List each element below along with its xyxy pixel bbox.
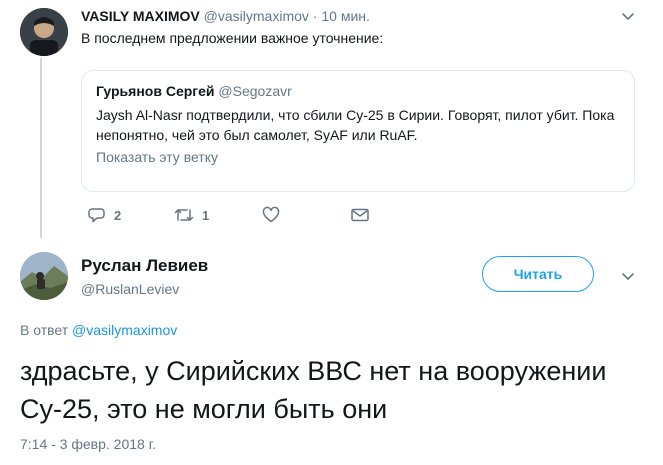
avatar[interactable] [20,252,68,300]
like-button[interactable] [262,206,280,224]
tweet-text: В последнем предложении важное уточнение… [81,30,384,46]
envelope-icon [351,208,369,222]
retweet-button[interactable]: 1 [174,206,209,224]
reply-prefix: В ответ [20,322,69,338]
separator: · [312,8,318,24]
reply-icon [88,208,105,223]
tweet-header: VASILY MAXIMOV @vasilymaximov · 10 мин. [81,8,370,24]
quoted-author-name: Гурьянов Сергей [96,83,215,99]
reply-count: 2 [114,207,122,223]
direct-message-button[interactable] [350,206,370,224]
reply-to-handle-link[interactable]: @vasilymaximov [72,322,177,338]
tweet-time[interactable]: 10 мин. [321,8,370,24]
show-thread-link[interactable]: Показать эту ветку [96,149,620,165]
reply-context: В ответ @vasilymaximov [20,322,177,338]
follow-button[interactable]: Читать [482,256,594,292]
avatar[interactable] [20,8,68,56]
reply-button[interactable]: 2 [88,206,121,224]
author-name[interactable]: VASILY MAXIMOV [81,8,200,24]
author-name[interactable]: Руслан Левиев [81,256,208,276]
tweet-text: здрасьте, у Сирийских ВВС нет на вооруже… [20,356,607,424]
retweet-count: 1 [202,207,210,223]
quoted-tweet-header: Гурьянов Сергей @Segozavr [96,83,620,99]
quoted-tweet[interactable]: Гурьянов Сергей @Segozavr Jaysh Al-Nasr … [81,70,635,192]
chevron-down-icon[interactable] [620,268,636,284]
retweet-icon [174,209,194,221]
tweet-timestamp[interactable]: 7:14 - 3 февр. 2018 г. [20,436,156,452]
tweet-actions: 2 1 [88,206,378,228]
author-handle[interactable]: @RuslanLeviev [81,281,179,297]
chevron-down-icon[interactable] [620,8,636,24]
author-handle[interactable]: @vasilymaximov [204,8,309,24]
heart-icon [262,206,280,223]
quoted-tweet-text: Jaysh Al-Nasr подтвердили, что сбили Су-… [96,107,615,143]
thread-connector-line [40,58,42,238]
quoted-author-handle: @Segozavr [218,83,292,99]
